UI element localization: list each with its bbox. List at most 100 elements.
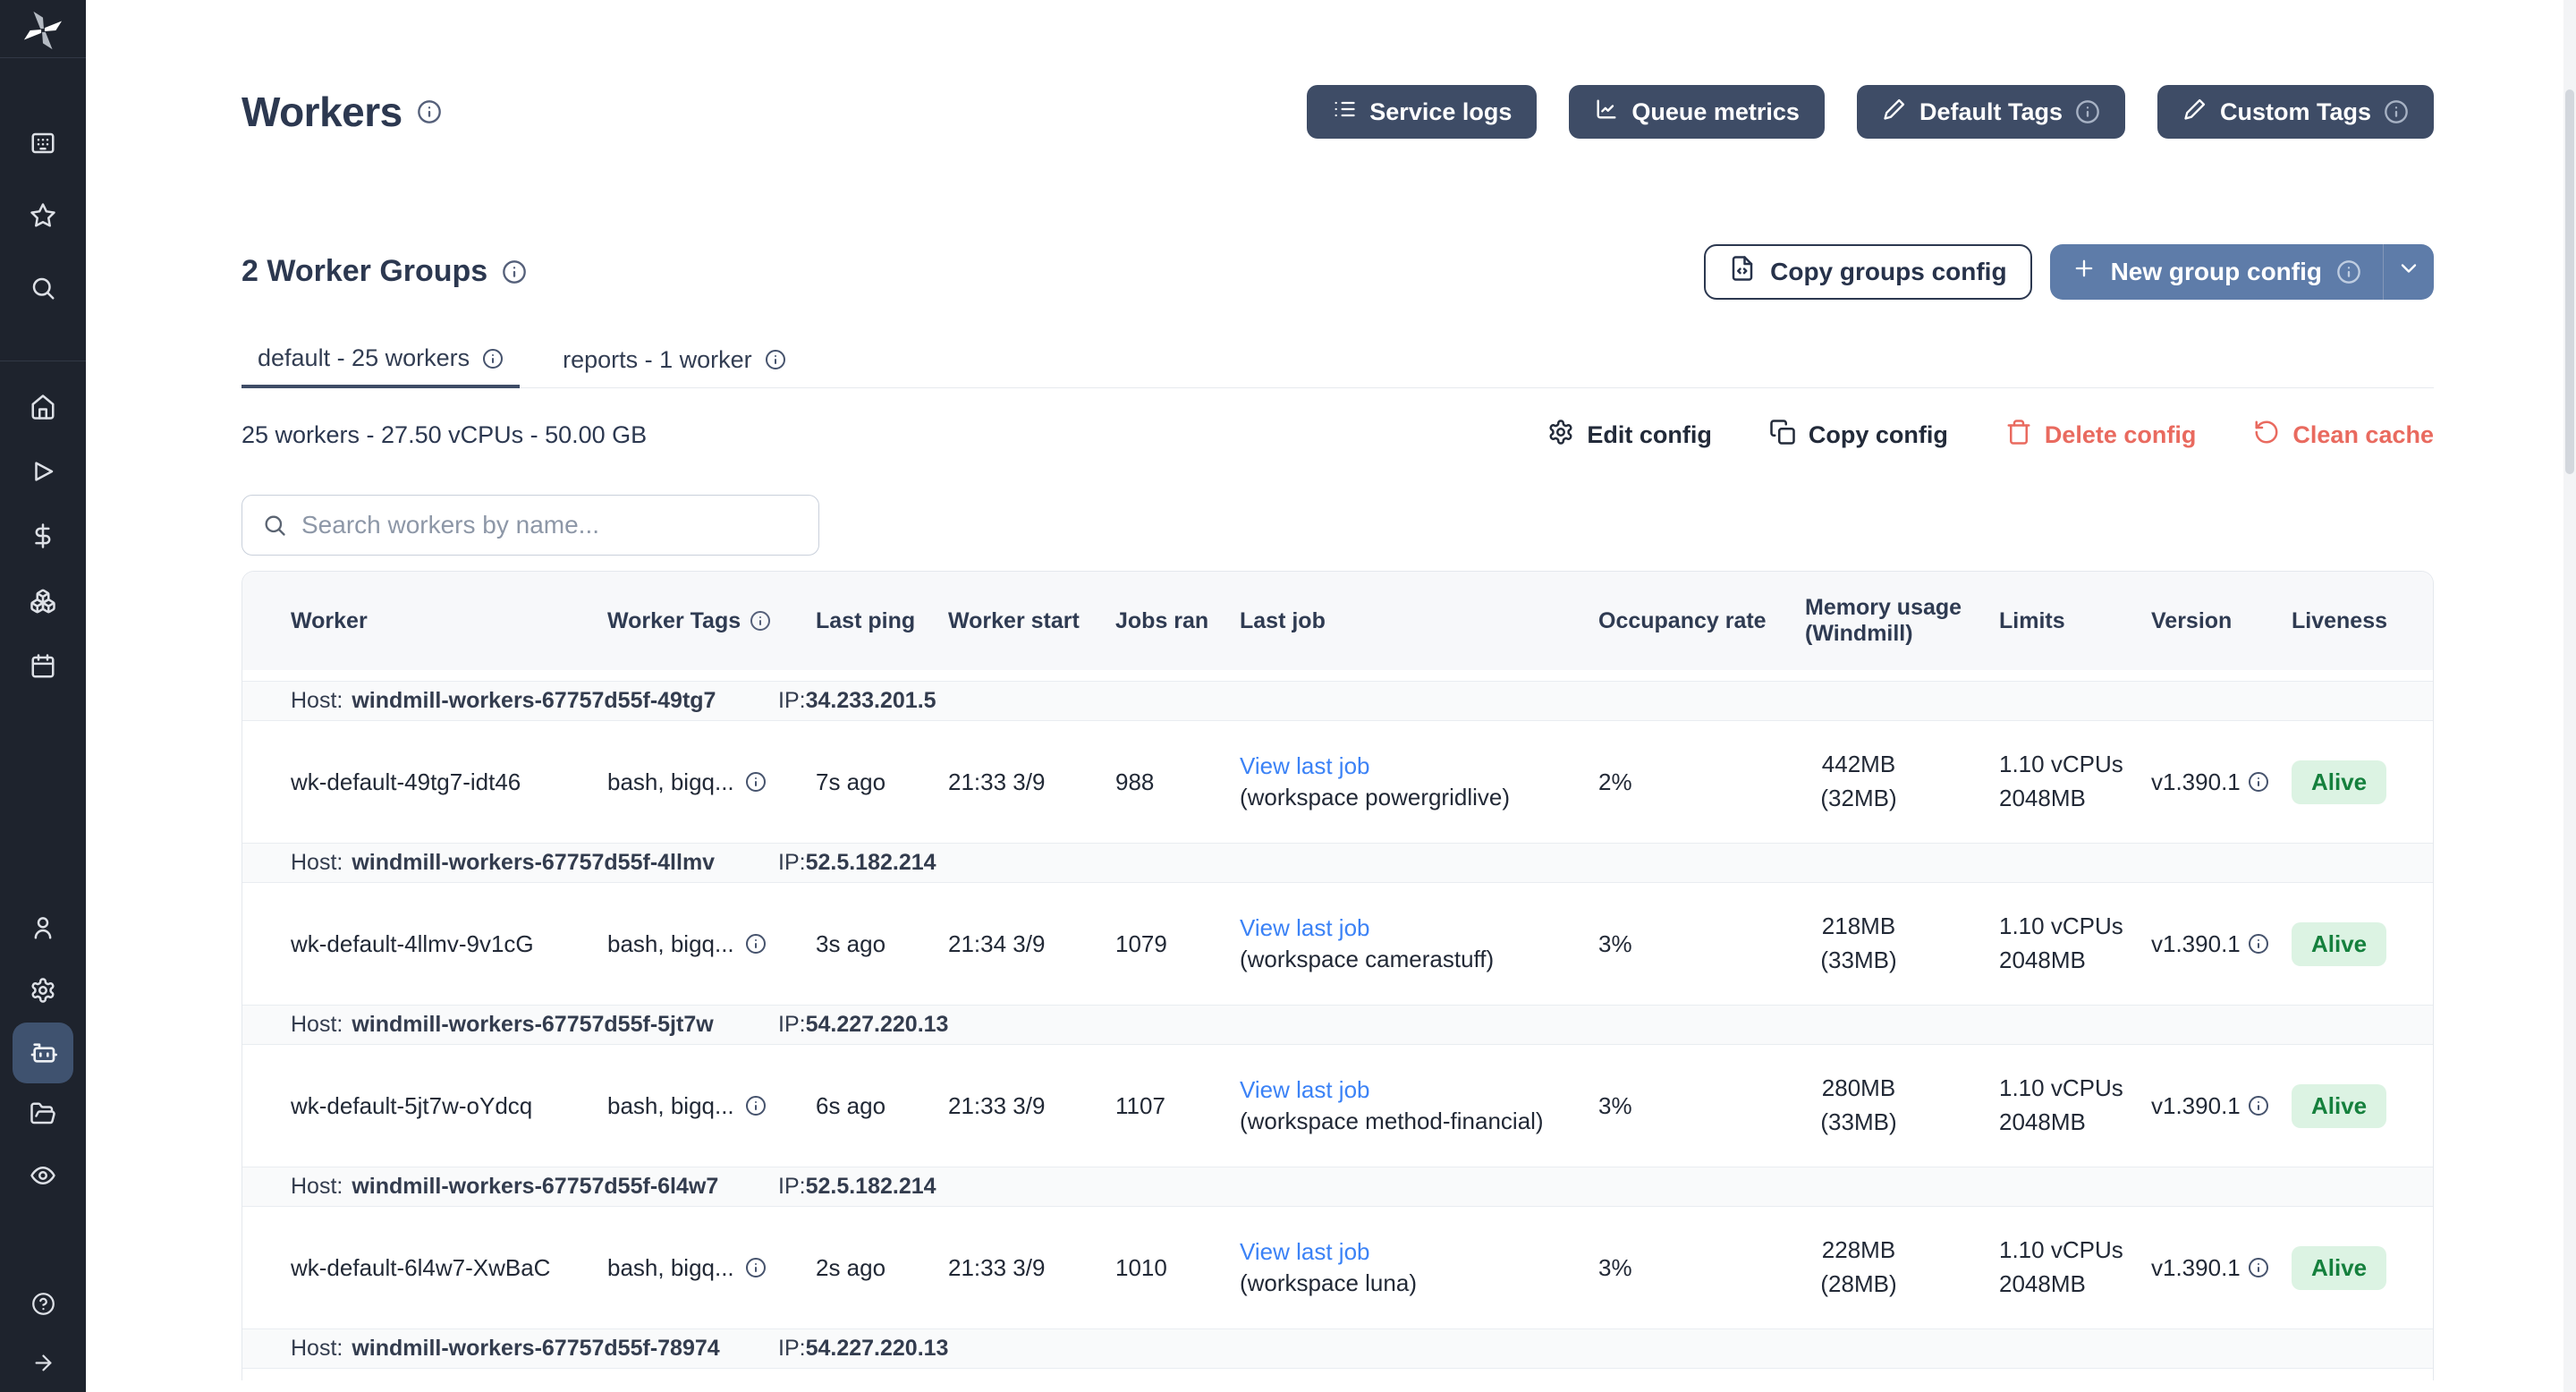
help-icon[interactable] xyxy=(27,1287,59,1320)
view-last-job-link[interactable]: View last job xyxy=(1240,751,1370,782)
host-name: windmill-workers-67757d55f-49tg7 xyxy=(352,688,716,714)
edit-config-button[interactable]: Edit config xyxy=(1547,419,1711,452)
occupancy-rate: 3% xyxy=(1598,930,1805,958)
page-title: Workers xyxy=(242,88,402,136)
new-group-config-info-icon[interactable] xyxy=(2336,259,2361,284)
last-job-workspace: (workspace camerastuff) xyxy=(1240,946,1494,972)
limit-cpu: 1.10 vCPUs xyxy=(1999,912,2123,939)
workers-page: Workers Service logs Queue metrics xyxy=(0,0,2576,1392)
search-icon xyxy=(262,513,287,538)
memory-usage: 218MB xyxy=(1822,912,1895,939)
version-info-icon[interactable] xyxy=(2248,771,2269,793)
host-row: Host:windmill-workers-67757d55f-4llmv IP… xyxy=(242,843,2433,883)
chart-icon xyxy=(1594,97,1619,128)
sidebar-item-favorites-star-icon[interactable] xyxy=(27,199,59,232)
tags-info-icon[interactable] xyxy=(745,771,767,793)
default-tags-info-icon[interactable] xyxy=(2075,99,2100,124)
delete-config-label: Delete config xyxy=(2045,421,2197,449)
search-workers-input[interactable] xyxy=(301,511,799,539)
col-last-job: Last job xyxy=(1240,608,1598,634)
host-name: windmill-workers-67757d55f-4llmv xyxy=(352,850,715,876)
sidebar-item-users-icon[interactable] xyxy=(27,912,59,944)
delete-config-button[interactable]: Delete config xyxy=(2005,419,2197,452)
pencil-icon xyxy=(1882,97,1907,128)
copy-groups-config-button[interactable]: Copy groups config xyxy=(1704,244,2031,300)
worker-name: wk-default-5jt7w-oYdcq xyxy=(291,1092,607,1120)
window-scrollbar[interactable] xyxy=(2563,0,2576,1392)
liveness-badge: Alive xyxy=(2292,1084,2386,1128)
sidebar-item-runs-play-icon[interactable] xyxy=(27,455,59,488)
queue-metrics-label: Queue metrics xyxy=(1631,98,1800,126)
worker-name: wk-default-6l4w7-XwBaC xyxy=(291,1254,607,1282)
sidebar-item-schedules-calendar-icon[interactable] xyxy=(27,650,59,683)
tags-info-icon[interactable] xyxy=(745,1095,767,1116)
sidebar-item-home-icon[interactable] xyxy=(27,391,59,423)
custom-tags-info-icon[interactable] xyxy=(2384,99,2409,124)
view-last-job-link[interactable]: View last job xyxy=(1240,1236,1370,1268)
col-liveness: Liveness xyxy=(2292,608,2435,634)
last-job-workspace: (workspace powergridlive) xyxy=(1240,784,1510,811)
sidebar-item-usage-dollar-icon[interactable] xyxy=(27,520,59,552)
tags-info-icon[interactable] xyxy=(745,933,767,955)
host-ip: 34.233.201.5 xyxy=(806,688,936,713)
last-job-workspace: (workspace luna) xyxy=(1240,1269,1417,1296)
scrollbar-thumb[interactable] xyxy=(2565,89,2574,474)
tab-reports[interactable]: reports - 1 worker xyxy=(547,344,802,387)
col-worker-start: Worker start xyxy=(948,608,1115,634)
new-group-config-dropdown[interactable] xyxy=(2384,244,2434,300)
worker-tags-info-icon[interactable] xyxy=(750,610,771,632)
col-worker-tags: Worker Tags xyxy=(607,608,816,634)
host-ip: 52.5.182.214 xyxy=(806,1174,936,1199)
refresh-icon xyxy=(2253,419,2280,452)
jobs-ran: 1107 xyxy=(1115,1092,1240,1120)
queue-metrics-button[interactable]: Queue metrics xyxy=(1569,85,1825,139)
sidebar-item-audit-eye-icon[interactable] xyxy=(27,1159,59,1192)
sidebar-item-resources-cubes-icon[interactable] xyxy=(27,585,59,617)
worker-row: wk-default-4llmv-9v1cG bash, bigq... 3s … xyxy=(242,883,2433,1005)
service-logs-button[interactable]: Service logs xyxy=(1307,85,1537,139)
service-logs-label: Service logs xyxy=(1369,98,1512,126)
copy-groups-config-label: Copy groups config xyxy=(1770,258,2006,286)
list-icon xyxy=(1332,97,1357,128)
worker-start: 21:34 3/9 xyxy=(948,930,1115,958)
tags-info-icon[interactable] xyxy=(745,1257,767,1278)
version-info-icon[interactable] xyxy=(2248,933,2269,955)
sidebar-item-settings-gear-icon[interactable] xyxy=(27,974,59,1006)
custom-tags-button[interactable]: Custom Tags xyxy=(2157,85,2434,139)
jobs-ran: 1079 xyxy=(1115,930,1240,958)
windmill-logo-icon[interactable] xyxy=(0,7,86,54)
version-info-icon[interactable] xyxy=(2248,1095,2269,1116)
sidebar-item-folders-icon[interactable] xyxy=(27,1098,59,1130)
sidebar-item-apps[interactable] xyxy=(27,127,59,159)
new-group-config-button[interactable]: New group config xyxy=(2050,244,2434,300)
memory-usage: 228MB xyxy=(1822,1236,1895,1263)
plus-icon xyxy=(2072,256,2097,287)
memory-usage-windmill: (28MB) xyxy=(1820,1270,1896,1297)
limit-memory: 2048MB xyxy=(1999,1270,2086,1297)
memory-usage-windmill: (33MB) xyxy=(1820,946,1896,973)
version-info-icon[interactable] xyxy=(2248,1257,2269,1278)
occupancy-rate: 3% xyxy=(1598,1092,1805,1120)
memory-usage: 280MB xyxy=(1822,1074,1895,1101)
worker-name: wk-default-49tg7-idt46 xyxy=(291,768,607,796)
default-tags-button[interactable]: Default Tags xyxy=(1857,85,2125,139)
tab-default[interactable]: default - 25 workers xyxy=(242,344,520,388)
view-last-job-link[interactable]: View last job xyxy=(1240,912,1370,944)
expand-sidebar-arrow-icon[interactable] xyxy=(27,1346,59,1379)
copy-config-button[interactable]: Copy config xyxy=(1769,419,1948,452)
header-actions: Service logs Queue metrics Default Tags xyxy=(1307,85,2434,139)
last-job-workspace: (workspace method-financial) xyxy=(1240,1108,1544,1134)
gear-icon xyxy=(1547,419,1574,452)
worker-group-tabs: default - 25 workers reports - 1 worker xyxy=(242,344,2434,388)
worker-groups-info-icon[interactable] xyxy=(502,259,527,284)
sidebar-item-search-icon[interactable] xyxy=(27,272,59,304)
workers-info-icon[interactable] xyxy=(417,99,442,124)
sidebar-item-workers-robot-icon[interactable] xyxy=(13,1023,73,1083)
clean-cache-button[interactable]: Clean cache xyxy=(2253,419,2434,452)
tab-reports-info-icon[interactable] xyxy=(765,349,786,370)
worker-start: 21:33 3/9 xyxy=(948,1092,1115,1120)
worker-tags: bash, bigq... xyxy=(607,1254,734,1282)
worker-groups-heading: 2 Worker Groups xyxy=(242,254,487,289)
view-last-job-link[interactable]: View last job xyxy=(1240,1074,1370,1106)
tab-default-info-icon[interactable] xyxy=(482,348,504,369)
